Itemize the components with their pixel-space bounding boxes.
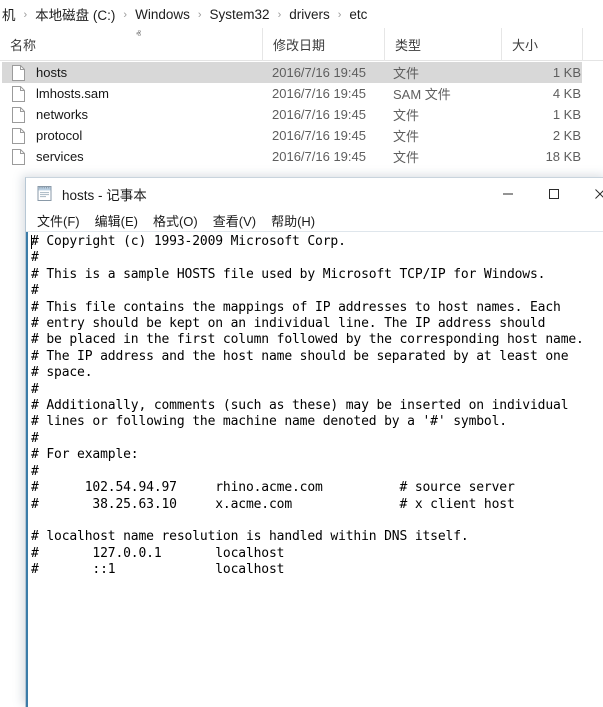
file-size: 4 KB: [470, 86, 581, 101]
notepad-title: hosts - 记事本: [62, 184, 147, 204]
file-icon: [12, 149, 25, 165]
file-row[interactable]: protocol 2016/7/16 19:45 文件 2 KB: [0, 125, 603, 146]
file-type: 文件: [393, 105, 419, 124]
file-type: 文件: [393, 126, 419, 145]
file-icon: [12, 128, 25, 144]
hosts-file-content: # Copyright (c) 1993-2009 Microsoft Corp…: [28, 234, 603, 579]
minimize-icon: [502, 188, 514, 200]
breadcrumb-item-5[interactable]: etc: [347, 7, 369, 22]
column-header-type-label: 类型: [395, 35, 421, 54]
column-header-type[interactable]: 类型: [384, 28, 501, 61]
breadcrumb[interactable]: 机›本地磁盘 (C:)›Windows›System32›drivers›etc: [0, 0, 603, 28]
menu-item-0[interactable]: 文件(F): [37, 211, 80, 230]
notepad-text-area[interactable]: # Copyright (c) 1993-2009 Microsoft Corp…: [26, 232, 603, 707]
close-icon: [594, 188, 603, 200]
breadcrumb-chevron-icon: ›: [117, 9, 133, 21]
breadcrumb-item-0[interactable]: 机: [0, 4, 18, 24]
column-header-size[interactable]: 大小: [501, 28, 582, 61]
file-type: 文件: [393, 147, 419, 166]
breadcrumb-item-2[interactable]: Windows: [133, 7, 192, 22]
file-list-column-headers: 名称 ⱏ 修改日期 类型 大小: [0, 28, 603, 61]
menu-item-3[interactable]: 查看(V): [213, 211, 256, 230]
file-modified-date: 2016/7/16 19:45: [272, 86, 366, 101]
file-size: 18 KB: [470, 149, 581, 164]
column-header-spacer: [582, 28, 603, 61]
breadcrumb-chevron-icon: ›: [192, 9, 208, 21]
file-icon: [12, 86, 25, 102]
file-modified-date: 2016/7/16 19:45: [272, 107, 366, 122]
file-name: hosts: [36, 65, 67, 80]
notepad-titlebar[interactable]: hosts - 记事本: [26, 178, 603, 209]
file-icon: [12, 65, 25, 81]
file-row[interactable]: lmhosts.sam 2016/7/16 19:45 SAM 文件 4 KB: [0, 83, 603, 104]
maximize-button[interactable]: [531, 178, 577, 209]
breadcrumb-chevron-icon: ›: [18, 9, 34, 21]
column-header-name[interactable]: 名称 ⱏ: [0, 28, 262, 61]
file-list[interactable]: hosts 2016/7/16 19:45 文件 1 KB lmhosts.sam 201…: [0, 62, 603, 167]
column-header-date-label: 修改日期: [273, 35, 325, 54]
maximize-icon: [548, 188, 560, 200]
notepad-icon: [36, 185, 53, 202]
file-name: lmhosts.sam: [36, 86, 109, 101]
text-caret: [31, 235, 32, 249]
file-modified-date: 2016/7/16 19:45: [272, 149, 366, 164]
notepad-window: hosts - 记事本 文件(F) 编辑(E) 格式(O) 查看(V) 帮助(H) # …: [25, 177, 603, 707]
file-row[interactable]: networks 2016/7/16 19:45 文件 1 KB: [0, 104, 603, 125]
breadcrumb-chevron-icon: ›: [332, 9, 348, 21]
menu-item-1[interactable]: 编辑(E): [95, 211, 138, 230]
file-modified-date: 2016/7/16 19:45: [272, 65, 366, 80]
minimize-button[interactable]: [485, 178, 531, 209]
breadcrumb-item-3[interactable]: System32: [208, 7, 272, 22]
file-size: 1 KB: [470, 107, 581, 122]
file-modified-date: 2016/7/16 19:45: [272, 128, 366, 143]
sort-ascending-icon: ⱏ: [136, 30, 141, 40]
close-button[interactable]: [577, 178, 603, 209]
menu-item-4[interactable]: 帮助(H): [271, 211, 315, 230]
breadcrumb-item-4[interactable]: drivers: [287, 7, 332, 22]
file-row[interactable]: hosts 2016/7/16 19:45 文件 1 KB: [0, 62, 603, 83]
file-size: 1 KB: [470, 65, 581, 80]
breadcrumb-chevron-icon: ›: [272, 9, 288, 21]
column-header-date[interactable]: 修改日期: [262, 28, 384, 61]
file-icon: [12, 107, 25, 123]
file-row[interactable]: services 2016/7/16 19:45 文件 18 KB: [0, 146, 603, 167]
file-name: services: [36, 149, 84, 164]
file-size: 2 KB: [470, 128, 581, 143]
file-name: networks: [36, 107, 88, 122]
breadcrumb-item-1[interactable]: 本地磁盘 (C:): [33, 4, 117, 24]
file-type: 文件: [393, 63, 419, 82]
file-type: SAM 文件: [393, 84, 451, 103]
menu-item-2[interactable]: 格式(O): [153, 211, 198, 230]
column-header-name-label: 名称: [10, 35, 36, 54]
notepad-menubar: 文件(F) 编辑(E) 格式(O) 查看(V) 帮助(H): [26, 209, 603, 232]
file-name: protocol: [36, 128, 82, 143]
column-header-size-label: 大小: [512, 35, 538, 54]
